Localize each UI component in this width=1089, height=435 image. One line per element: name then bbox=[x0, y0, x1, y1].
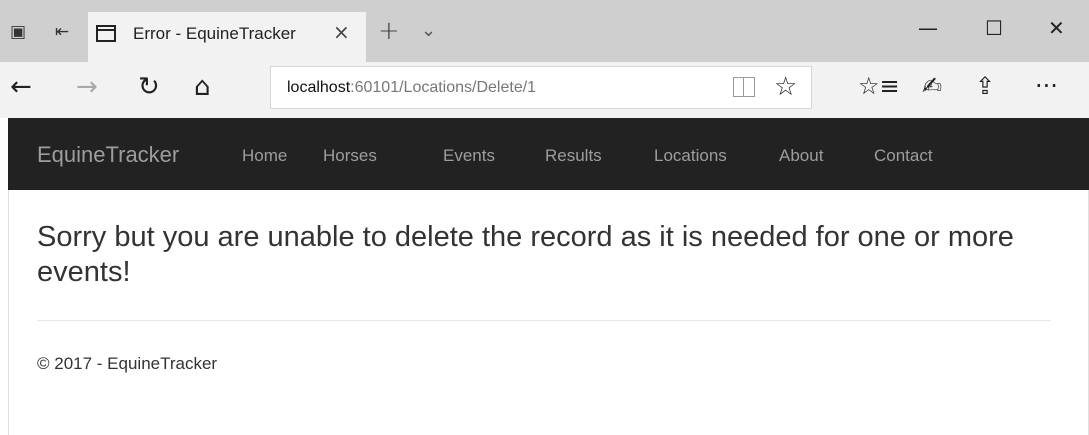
nav-link-home[interactable]: Home bbox=[242, 146, 287, 166]
nav-link-events[interactable]: Events bbox=[443, 146, 495, 166]
site-navbar: EquineTracker Home Horses Events Results… bbox=[8, 118, 1089, 190]
tab-close-icon[interactable]: × bbox=[333, 20, 350, 44]
footer-divider bbox=[37, 320, 1051, 321]
url-host: localhost bbox=[287, 79, 351, 96]
add-favorite-icon[interactable]: ☆ bbox=[774, 72, 797, 102]
forward-button[interactable]: → bbox=[76, 72, 98, 102]
home-button[interactable]: ⌂ bbox=[194, 72, 211, 102]
nav-link-contact[interactable]: Contact bbox=[874, 146, 933, 166]
web-note-icon[interactable]: ✍ bbox=[922, 72, 942, 100]
page-left-border bbox=[8, 190, 9, 435]
new-tab-icon[interactable]: + bbox=[378, 16, 400, 46]
nav-link-about[interactable]: About bbox=[779, 146, 823, 166]
nav-link-results[interactable]: Results bbox=[545, 146, 602, 166]
url-path: :60101/Locations/Delete/1 bbox=[350, 79, 537, 96]
reading-view-icon[interactable] bbox=[733, 77, 755, 97]
show-aside-tabs-icon[interactable]: ⇤ bbox=[48, 18, 76, 46]
address-bar[interactable]: localhost:60101/Locations/Delete/1 ☆ bbox=[270, 66, 812, 109]
page-body: Sorry but you are unable to delete the r… bbox=[8, 190, 1089, 435]
browser-tab-bar: ▣ ⇤ Error - EquineTracker × + ⌄ — ☐ ✕ bbox=[0, 0, 1089, 62]
footer-copyright: © 2017 - EquineTracker bbox=[37, 354, 218, 373]
share-icon[interactable]: ⇪ bbox=[975, 72, 995, 100]
tab-preview-chevron-icon[interactable]: ⌄ bbox=[421, 20, 436, 41]
url-text: localhost:60101/Locations/Delete/1 bbox=[287, 79, 536, 97]
close-window-button[interactable]: ✕ bbox=[1048, 16, 1065, 40]
favorites-hub-icon[interactable]: ☆≡ bbox=[858, 72, 900, 100]
nav-link-horses[interactable]: Horses bbox=[323, 146, 377, 166]
tab-title: Error - EquineTracker bbox=[133, 24, 296, 43]
minimize-button[interactable]: — bbox=[918, 16, 938, 40]
page-icon bbox=[96, 25, 116, 42]
error-message: Sorry but you are unable to delete the r… bbox=[37, 221, 1014, 288]
active-tab[interactable]: Error - EquineTracker × bbox=[88, 12, 366, 62]
browser-toolbar: ← → ↻ ⌂ localhost:60101/Locations/Delete… bbox=[0, 62, 1089, 118]
site-brand-link[interactable]: EquineTracker bbox=[37, 142, 179, 168]
set-aside-tabs-icon[interactable]: ▣ bbox=[4, 18, 32, 46]
maximize-button[interactable]: ☐ bbox=[985, 16, 1003, 40]
more-options-icon[interactable]: ··· bbox=[1035, 72, 1058, 100]
back-button[interactable]: ← bbox=[10, 72, 32, 102]
refresh-button[interactable]: ↻ bbox=[138, 72, 160, 102]
nav-link-locations[interactable]: Locations bbox=[654, 146, 727, 166]
